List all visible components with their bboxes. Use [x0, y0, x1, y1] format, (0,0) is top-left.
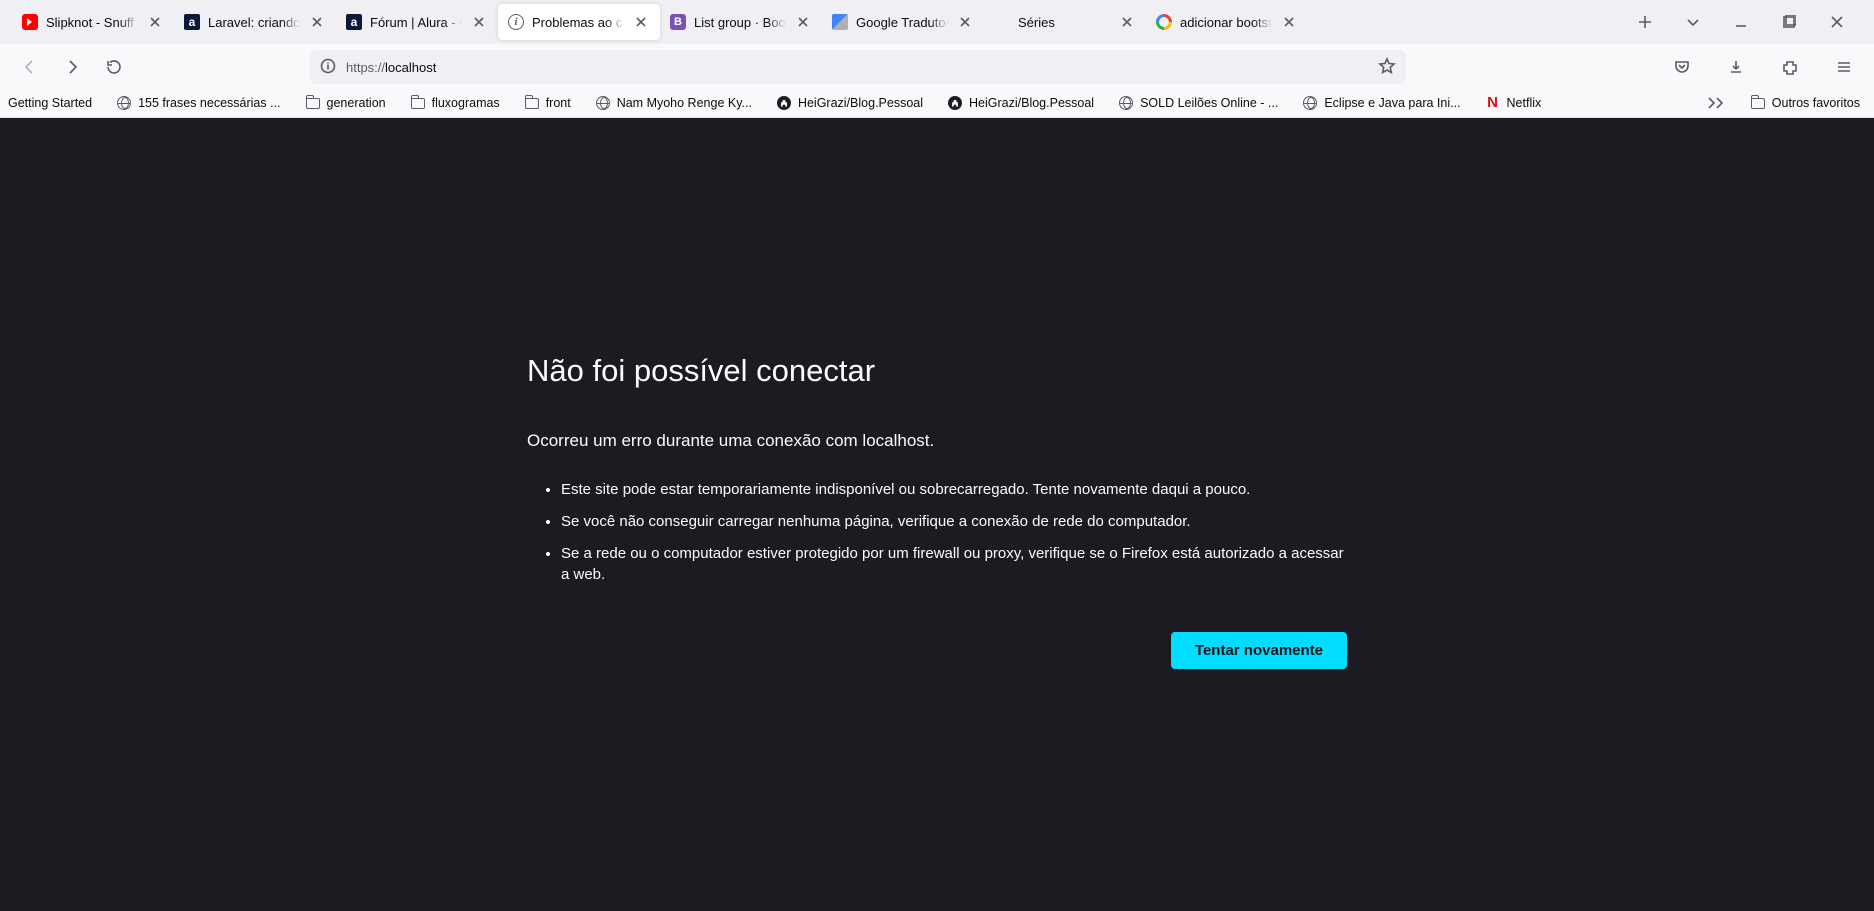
folder-icon	[306, 98, 320, 109]
bookmark-heigrazi-2[interactable]: HeiGrazi/Blog.Pessoal	[943, 92, 1098, 114]
tab-problemas[interactable]: Problemas ao car	[498, 4, 660, 40]
tab-title: List group · Bootst	[694, 15, 786, 30]
globe-icon	[596, 96, 610, 110]
github-icon	[948, 96, 962, 110]
bookmark-label: HeiGrazi/Blog.Pessoal	[969, 96, 1094, 110]
forward-button[interactable]	[56, 51, 88, 83]
bootstrap-icon	[670, 14, 686, 30]
error-container: Não foi possível conectar Ocorreu um err…	[527, 353, 1347, 911]
tab-strip: Slipknot - Snuff [O Laravel: criando u F…	[0, 0, 1874, 44]
error-subtitle: Ocorreu um erro durante uma conexão com …	[527, 431, 1347, 451]
bookmark-folder-generation[interactable]: generation	[301, 92, 390, 114]
netflix-icon: N	[1485, 95, 1501, 111]
navigation-toolbar: https://localhost	[0, 44, 1874, 90]
tab-forum[interactable]: Fórum | Alura - Cu	[336, 4, 498, 40]
tab-laravel[interactable]: Laravel: criando u	[174, 4, 336, 40]
close-tab-button[interactable]	[308, 13, 326, 31]
close-tab-button[interactable]	[146, 13, 164, 31]
tab-title: Slipknot - Snuff [O	[46, 15, 138, 30]
bookmark-star-button[interactable]	[1378, 57, 1396, 78]
new-tab-button[interactable]	[1630, 7, 1660, 37]
close-tab-button[interactable]	[1118, 13, 1136, 31]
google-translate-icon	[832, 14, 848, 30]
github-icon	[777, 96, 791, 110]
tab-title: adicionar bootstra	[1180, 15, 1272, 30]
bookmark-label: Eclipse e Java para Ini...	[1324, 96, 1460, 110]
folder-icon	[525, 98, 539, 109]
globe-icon	[1119, 96, 1133, 110]
bookmark-netflix[interactable]: N Netflix	[1481, 92, 1546, 114]
bookmark-label: HeiGrazi/Blog.Pessoal	[798, 96, 923, 110]
tab-series[interactable]: Séries	[984, 4, 1146, 40]
folder-icon	[411, 98, 425, 109]
tab-title: Séries	[1018, 15, 1110, 30]
tab-title: Laravel: criando u	[208, 15, 300, 30]
close-tab-button[interactable]	[956, 13, 974, 31]
tab-bootstrap[interactable]: List group · Bootst	[660, 4, 822, 40]
close-tab-button[interactable]	[470, 13, 488, 31]
tab-adicionar-bootstrap[interactable]: adicionar bootstra	[1146, 4, 1308, 40]
url-text: https://localhost	[346, 60, 1368, 75]
retry-button[interactable]: Tentar novamente	[1171, 632, 1347, 669]
tab-google-tradutor[interactable]: Google Tradutor	[822, 4, 984, 40]
bookmark-label: generation	[327, 96, 386, 110]
bookmark-label: Getting Started	[8, 96, 92, 110]
window-close-button[interactable]	[1822, 7, 1852, 37]
extensions-button[interactable]	[1774, 51, 1806, 83]
bookmark-heigrazi-1[interactable]: HeiGrazi/Blog.Pessoal	[772, 92, 927, 114]
close-tab-button[interactable]	[794, 13, 812, 31]
close-tab-button[interactable]	[1280, 13, 1298, 31]
other-bookmarks-button[interactable]: Outros favoritos	[1746, 92, 1864, 114]
bookmarks-toolbar: Getting Started 155 frases necessárias .…	[0, 90, 1874, 118]
bookmark-sold-leiloes[interactable]: SOLD Leilões Online - ...	[1114, 92, 1282, 114]
error-suggestion-item: Se você não conseguir carregar nenhuma p…	[561, 511, 1347, 533]
bookmark-label: Netflix	[1507, 96, 1542, 110]
bookmark-folder-fluxogramas[interactable]: fluxogramas	[406, 92, 504, 114]
info-icon	[508, 14, 524, 30]
error-title: Não foi possível conectar	[527, 353, 1347, 389]
site-info-icon[interactable]	[320, 58, 336, 77]
globe-icon	[117, 96, 131, 110]
list-all-tabs-button[interactable]	[1678, 7, 1708, 37]
tab-slipknot[interactable]: Slipknot - Snuff [O	[12, 4, 174, 40]
error-suggestion-list: Este site pode estar temporariamente ind…	[527, 479, 1347, 586]
youtube-icon	[22, 14, 38, 30]
alura-icon	[346, 14, 362, 30]
bookmark-label: 155 frases necessárias ...	[138, 96, 280, 110]
tab-title: Problemas ao car	[532, 15, 624, 30]
reload-button[interactable]	[98, 51, 130, 83]
url-bar[interactable]: https://localhost	[310, 50, 1406, 84]
tab-title: Google Tradutor	[856, 15, 948, 30]
globe-icon	[1303, 96, 1317, 110]
blank-favicon	[994, 14, 1010, 30]
folder-icon	[1751, 98, 1765, 109]
save-to-pocket-button[interactable]	[1666, 51, 1698, 83]
bookmark-label: fluxogramas	[432, 96, 500, 110]
close-tab-button[interactable]	[632, 13, 650, 31]
google-icon	[1156, 14, 1172, 30]
downloads-button[interactable]	[1720, 51, 1752, 83]
bookmark-eclipse-java[interactable]: Eclipse e Java para Ini...	[1298, 92, 1464, 114]
tab-title: Fórum | Alura - Cu	[370, 15, 462, 30]
url-scheme: https://	[346, 60, 385, 75]
error-suggestion-item: Este site pode estar temporariamente ind…	[561, 479, 1347, 501]
page-content: Não foi possível conectar Ocorreu um err…	[0, 118, 1874, 911]
bookmarks-overflow-button[interactable]	[1702, 96, 1730, 110]
bookmark-getting-started[interactable]: Getting Started	[4, 93, 96, 113]
alura-icon	[184, 14, 200, 30]
bookmark-nam-myoho[interactable]: Nam Myoho Renge Ky...	[591, 92, 756, 114]
bookmark-label: Nam Myoho Renge Ky...	[617, 96, 752, 110]
application-menu-button[interactable]	[1828, 51, 1860, 83]
bookmark-folder-front[interactable]: front	[520, 92, 575, 114]
error-suggestion-item: Se a rede ou o computador estiver proteg…	[561, 543, 1347, 587]
bookmark-155-frases[interactable]: 155 frases necessárias ...	[112, 92, 284, 114]
bookmark-label: SOLD Leilões Online - ...	[1140, 96, 1278, 110]
url-host: localhost	[385, 60, 436, 75]
window-maximize-button[interactable]	[1774, 7, 1804, 37]
other-bookmarks-label: Outros favoritos	[1772, 96, 1860, 110]
back-button[interactable]	[14, 51, 46, 83]
window-minimize-button[interactable]	[1726, 7, 1756, 37]
bookmark-label: front	[546, 96, 571, 110]
